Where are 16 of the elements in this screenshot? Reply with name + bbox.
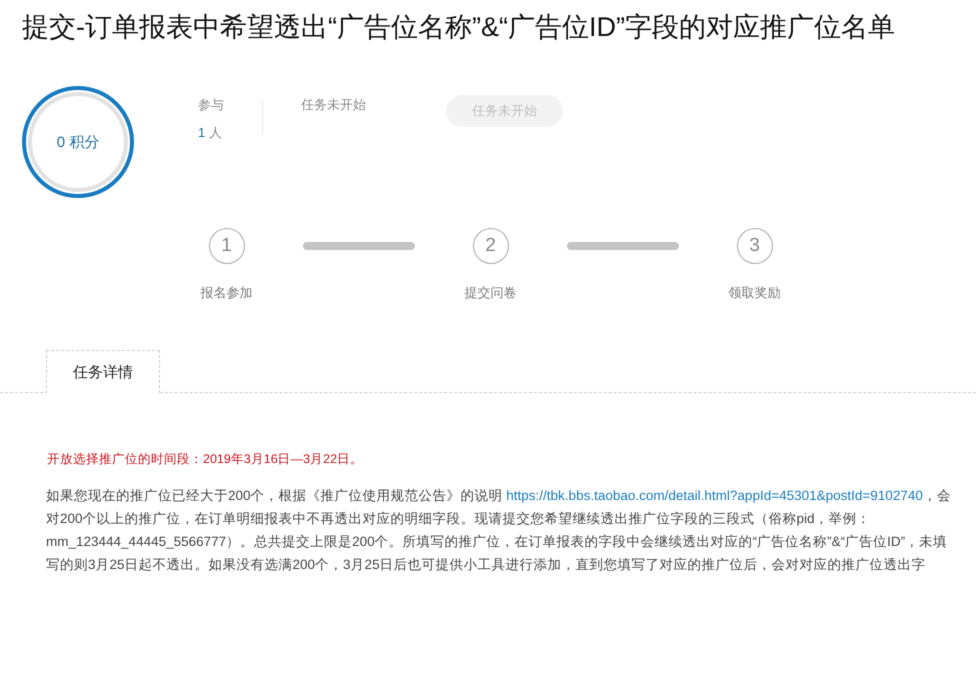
page-title: 提交-订单报表中希望透出“广告位名称”&“广告位ID”字段的对应推广位名单 <box>21 11 896 44</box>
score-text: 0 积分 <box>56 132 100 152</box>
step-label: 领取奖励 <box>728 284 780 302</box>
tab[interactable]: 任务详情 <box>46 350 160 393</box>
step-number: 2 <box>472 228 508 264</box>
task-status: 任务未开始 <box>301 96 366 114</box>
step-number: 1 <box>208 228 244 264</box>
participants-label: 参与 <box>198 96 224 114</box>
step-label: 提交问卷 <box>464 284 516 302</box>
participants-count: 1 人 <box>198 124 223 142</box>
notice-text: 开放选择推广位的时间段：2019年3月16日—3月22日。 <box>47 451 364 468</box>
step-label: 报名参加 <box>200 284 252 302</box>
link[interactable]: https://tbk.bbs.taobao.com/detail.html? <box>506 488 738 503</box>
step-number: 3 <box>736 228 772 264</box>
description-paragraph: 如果您现在的推广位已经大于200个，根据《推广位使用规范公告》的说明 https://tbk.bbs.taobao.com/detail.html?appId=45301&postId=9102740，会对200个以上的推广位，在订单明细报表中不再透出对应的明细字段。现请提交您希望继续透出推广位字段的三段式（俗称pid，举例：mm_123444_44445_5566777）。总共提交上限是200个。所填写的推广位，在订单报表的字段中会继续透出对应的“广告位名称”&“广告位ID”，未填写的则3月25日起不透出。如果没有选满200个，3月25日后也可提供小工具进行添加，直到您填写了对应的推广位后，会对对应的推广位透出字 <box>46 487 952 574</box>
link[interactable]: appId=45301&postId=9102740 <box>737 488 923 503</box>
